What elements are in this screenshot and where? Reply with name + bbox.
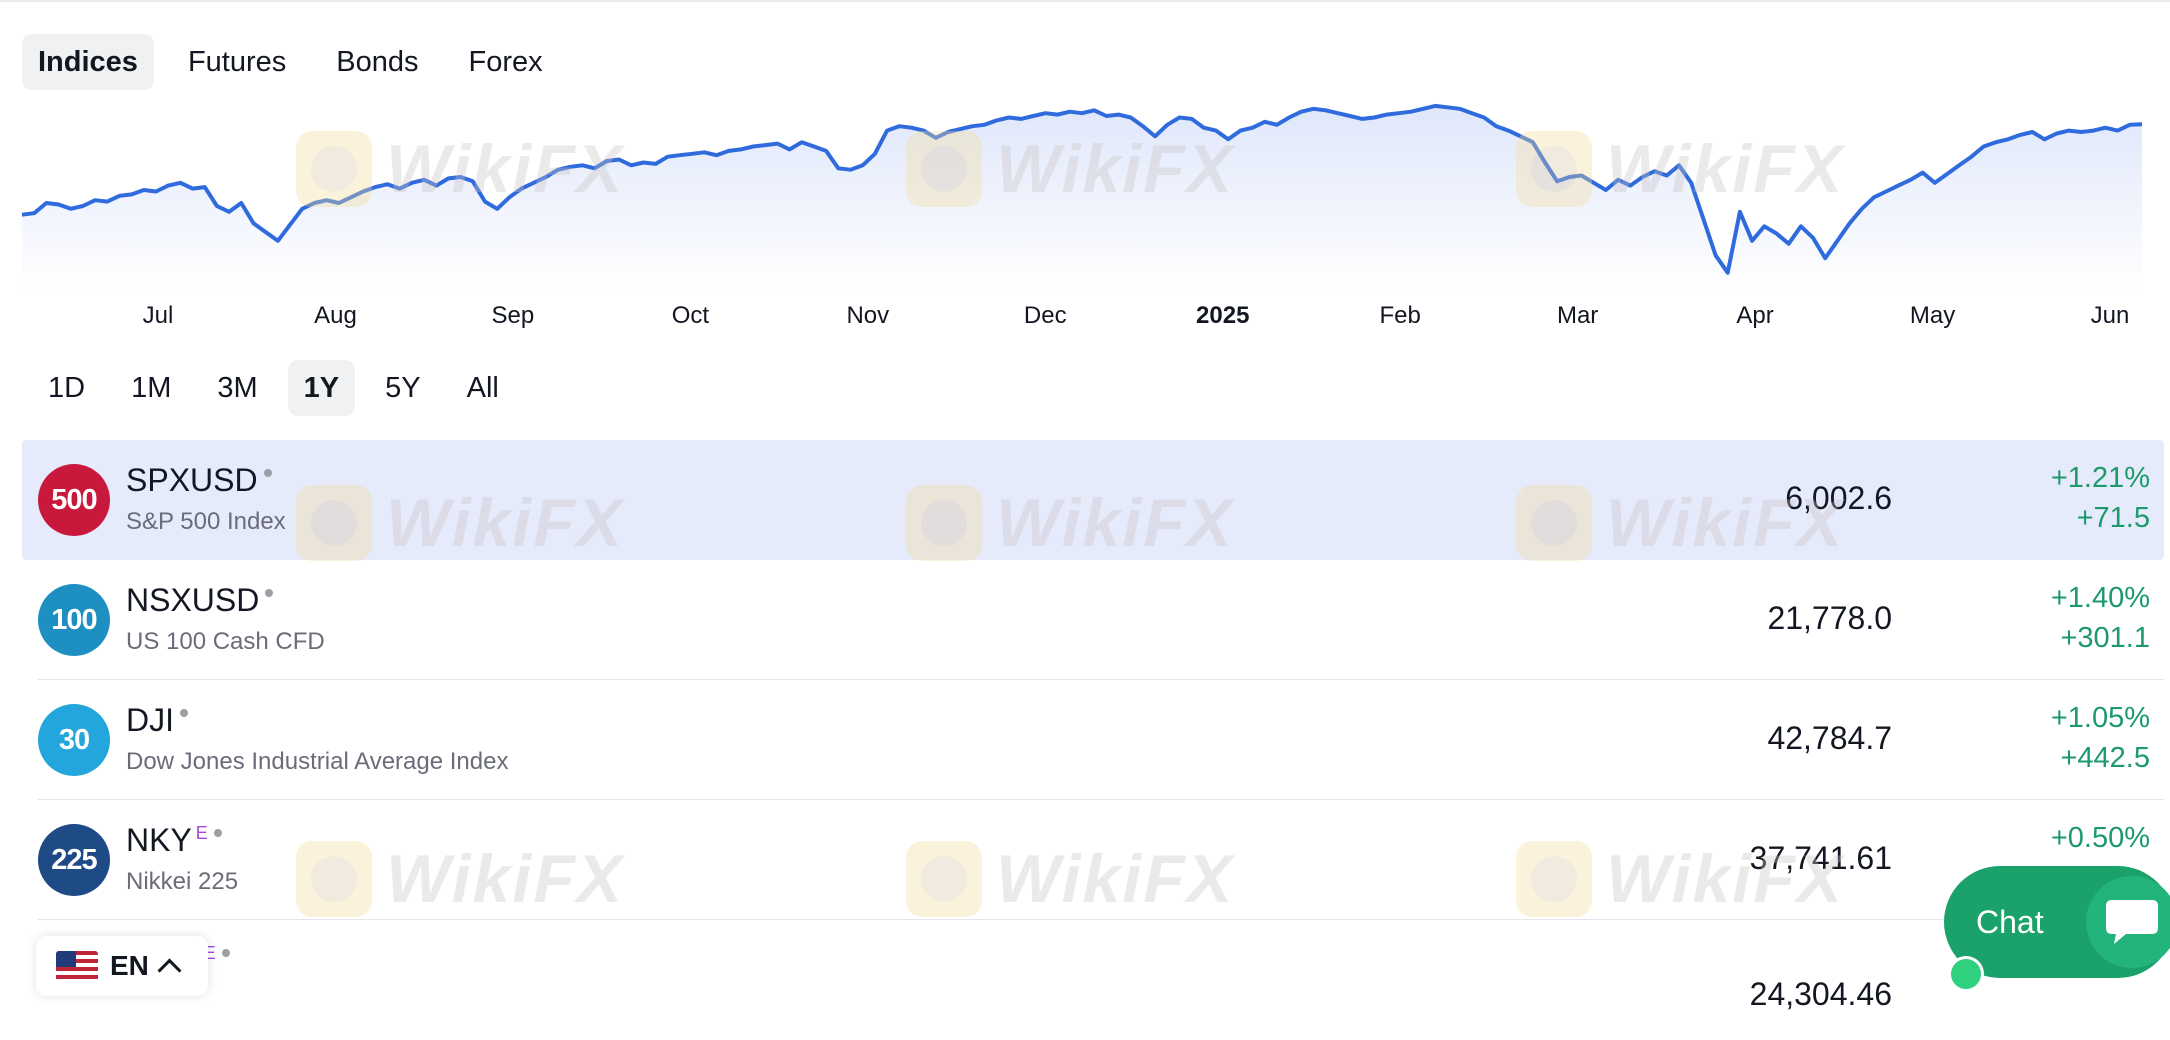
x-axis-label: Oct	[672, 302, 710, 329]
chart-area-fill	[22, 105, 2142, 292]
chat-button[interactable]: Chat	[1944, 866, 2170, 992]
x-axis-label: 2025	[1196, 302, 1249, 329]
instrument-badge: 100	[38, 584, 110, 656]
x-axis-label: Dec	[1024, 302, 1067, 329]
online-status-dot	[1948, 956, 1984, 992]
symbol-text: NKY	[126, 822, 192, 858]
status-dot-icon	[265, 588, 274, 597]
status-dot-icon	[180, 708, 188, 717]
instrument-row-dji[interactable]: 30 DJI Dow Jones Industrial Average Inde…	[22, 680, 2164, 800]
instrument-price: 6,002.6	[1785, 480, 1892, 516]
chat-label: Chat	[1976, 903, 2044, 940]
instrument-symbol: NSXUSD	[126, 582, 274, 619]
exchange-marker: E	[195, 823, 208, 844]
instrument-row-spxusd[interactable]: 500 SPXUSD S&P 500 Index 6,002.6 +1.21% …	[22, 440, 2164, 560]
x-axis-label: Nov	[846, 302, 889, 329]
status-dot-icon	[221, 948, 230, 957]
language-selector[interactable]: EN	[36, 936, 208, 996]
x-axis-label: Feb	[1380, 302, 1421, 329]
range-all[interactable]: All	[451, 360, 515, 416]
instrument-list: 500 SPXUSD S&P 500 Index 6,002.6 +1.21% …	[22, 440, 2164, 1040]
range-5y[interactable]: 5Y	[369, 360, 436, 416]
instrument-description: S&P 500 Index	[126, 508, 286, 535]
change-percent: +1.05%	[2050, 702, 2150, 734]
range-tabs: 1D 1M 3M 1Y 5Y All	[32, 360, 515, 416]
instrument-row-partial[interactable]: 0E 24,304.46	[22, 920, 2164, 1040]
tab-futures[interactable]: Futures	[172, 34, 302, 90]
x-axis-label: Mar	[1557, 302, 1598, 329]
x-axis-label: Jul	[143, 302, 174, 329]
tab-indices[interactable]: Indices	[22, 34, 154, 90]
chat-bubble-glyph	[2106, 900, 2158, 944]
change-percent: +1.21%	[2050, 462, 2150, 494]
instrument-price: 24,304.46	[1749, 976, 1892, 1012]
change-percent: +1.40%	[2050, 582, 2150, 614]
instrument-symbol: DJI	[126, 702, 188, 739]
category-tabs: Indices Futures Bonds Forex	[22, 34, 559, 90]
change-absolute: +71.5	[2076, 502, 2150, 534]
x-axis-label: Sep	[492, 302, 535, 329]
status-dot-icon	[213, 828, 222, 837]
symbol-text: NSXUSD	[126, 582, 260, 618]
instrument-price: 42,784.7	[1767, 720, 1892, 756]
instrument-description: Dow Jones Industrial Average Index	[126, 748, 509, 775]
tab-forex[interactable]: Forex	[453, 34, 559, 90]
change-absolute: +301.1	[2060, 622, 2150, 654]
range-1m[interactable]: 1M	[115, 360, 187, 416]
instrument-price: 37,741.61	[1749, 840, 1892, 876]
range-1d[interactable]: 1D	[32, 360, 101, 416]
x-axis-label: Aug	[314, 302, 357, 329]
instrument-badge: 225	[38, 824, 110, 896]
instrument-description: US 100 Cash CFD	[126, 628, 325, 655]
range-1y[interactable]: 1Y	[287, 360, 356, 416]
instrument-badge: 30	[38, 704, 110, 776]
instrument-description: Nikkei 225	[126, 868, 239, 895]
x-axis-label: May	[1910, 302, 1955, 329]
price-chart[interactable]: Jul Aug Sep Oct Nov Dec 2025 Feb Mar Apr May Jun	[0, 95, 2170, 330]
chat-bubble-icon	[2086, 876, 2170, 968]
x-axis-label: Jun	[2091, 302, 2130, 329]
instrument-row-nsxusd[interactable]: 100 NSXUSD US 100 Cash CFD 21,778.0 +1.4…	[22, 560, 2164, 680]
instrument-symbol: NKY E	[126, 822, 222, 859]
range-3m[interactable]: 3M	[201, 360, 273, 416]
instrument-symbol: SPXUSD	[126, 462, 272, 499]
top-divider	[0, 0, 2170, 2]
symbol-text: SPXUSD	[126, 462, 258, 498]
language-label: EN	[110, 950, 149, 981]
instrument-price: 21,778.0	[1767, 600, 1892, 636]
change-absolute: +442.5	[2060, 742, 2150, 774]
instrument-badge: 500	[38, 464, 110, 536]
change-percent: +0.50%	[2050, 822, 2150, 854]
chevron-up-icon	[157, 957, 182, 983]
status-dot-icon	[263, 468, 272, 477]
symbol-text: DJI	[126, 702, 174, 738]
tab-bonds[interactable]: Bonds	[320, 34, 434, 90]
instrument-row-nky[interactable]: 225 NKY E Nikkei 225 37,741.61 +0.50%	[22, 800, 2164, 920]
x-axis-label: Apr	[1736, 302, 1773, 329]
us-flag-icon	[56, 951, 98, 981]
